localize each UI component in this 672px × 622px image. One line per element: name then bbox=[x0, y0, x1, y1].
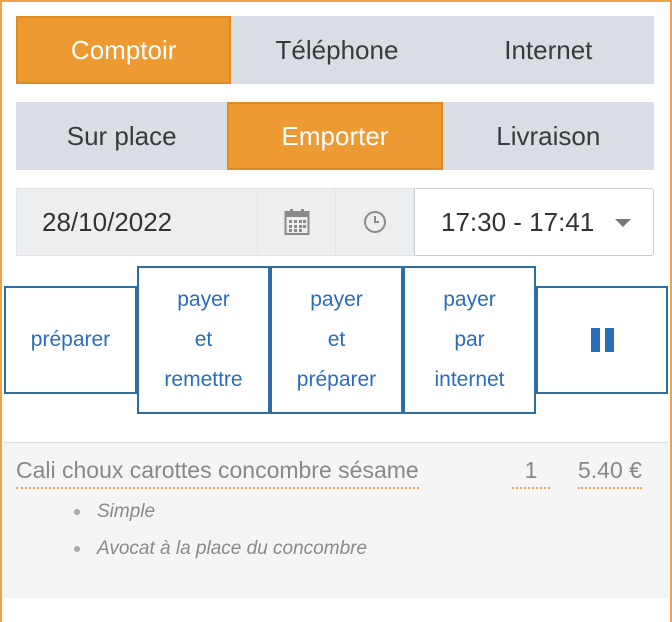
chevron-down-icon bbox=[615, 219, 631, 227]
tab-emporter[interactable]: Emporter bbox=[227, 102, 443, 170]
list-item: Cali choux carottes concombre sésame 1 5… bbox=[4, 457, 668, 493]
tab-telephone[interactable]: Téléphone bbox=[231, 16, 443, 84]
mode-selector: Sur place Emporter Livraison bbox=[16, 102, 654, 170]
item-price[interactable]: 5.40 € bbox=[578, 457, 642, 489]
calendar-button[interactable] bbox=[258, 188, 336, 256]
order-lines: Cali choux carottes concombre sésame 1 5… bbox=[4, 442, 668, 598]
item-options: Simple Avocat à la place du concombre bbox=[72, 499, 367, 573]
clock-icon bbox=[363, 211, 386, 233]
channel-selector: Comptoir Téléphone Internet bbox=[16, 16, 654, 84]
prepare-button[interactable]: préparer bbox=[4, 286, 137, 394]
tab-sur-place[interactable]: Sur place bbox=[16, 102, 228, 170]
tab-internet[interactable]: Internet bbox=[442, 16, 654, 84]
calendar-icon bbox=[284, 209, 309, 235]
pay-and-prepare-button[interactable]: payer et préparer bbox=[270, 266, 403, 414]
schedule-row: 28/10/2022 17:30 - 17:41 bbox=[16, 188, 654, 256]
pay-and-remit-button[interactable]: payer et remettre bbox=[137, 266, 270, 414]
action-buttons: préparer payer et remettre payer et prép… bbox=[4, 266, 668, 414]
item-name[interactable]: Cali choux carottes concombre sésame bbox=[16, 457, 419, 489]
time-slot-select[interactable]: 17:30 - 17:41 bbox=[414, 188, 654, 256]
pause-icon bbox=[590, 328, 614, 352]
clock-button[interactable] bbox=[336, 188, 414, 256]
item-quantity[interactable]: 1 bbox=[512, 457, 550, 489]
tab-comptoir[interactable]: Comptoir bbox=[16, 16, 232, 84]
tab-livraison[interactable]: Livraison bbox=[442, 102, 654, 170]
time-slot-value: 17:30 - 17:41 bbox=[441, 206, 595, 237]
item-option: Simple bbox=[72, 499, 367, 536]
pay-online-button[interactable]: payer par internet bbox=[403, 266, 536, 414]
date-field[interactable]: 28/10/2022 bbox=[16, 188, 258, 256]
pause-button[interactable] bbox=[536, 286, 668, 394]
item-option: Avocat à la place du concombre bbox=[72, 536, 367, 573]
